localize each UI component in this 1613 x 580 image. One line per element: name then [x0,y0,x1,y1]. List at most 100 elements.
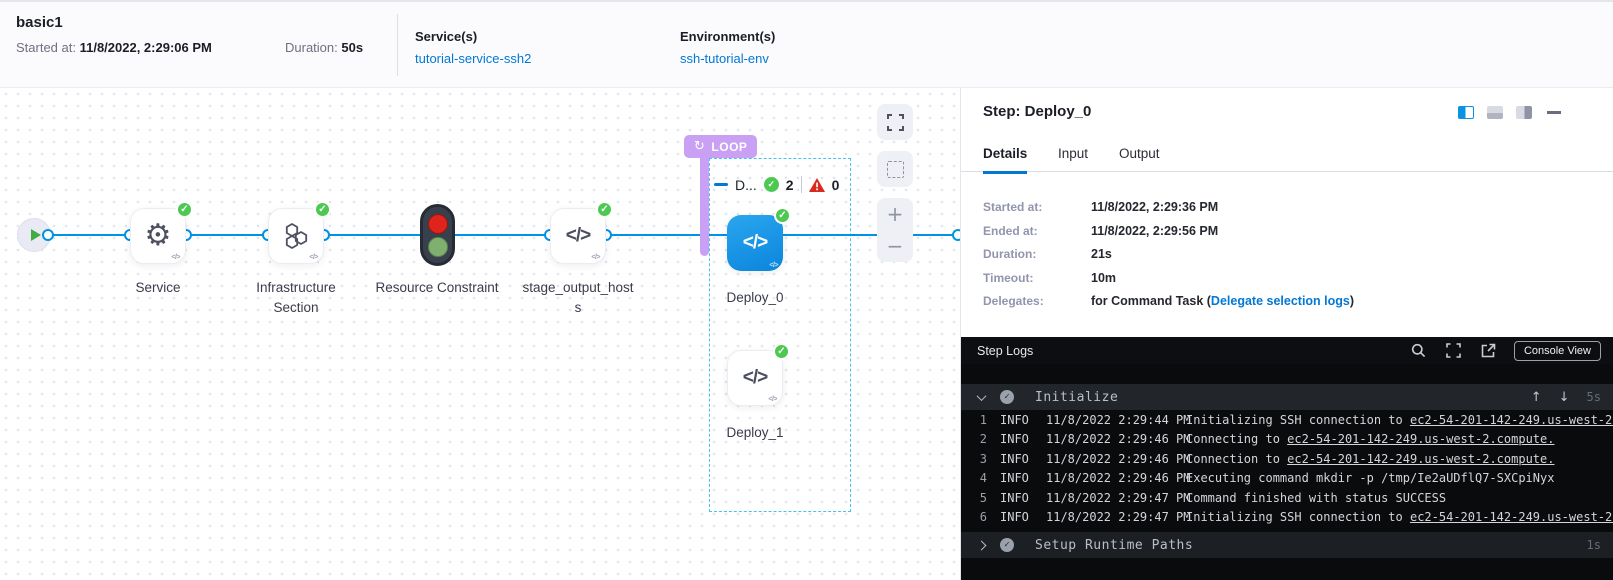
section-controls: 1s [1587,538,1601,552]
log-timestamp: 11/8/2022 2:29:46 PM [1046,471,1186,485]
step-panel-title: Step: Deploy_0 [983,103,1091,120]
log-host-link[interactable]: ec2-54-201-142-249.us-west-2.compute. [1287,452,1554,466]
section-name: Setup Runtime Paths [1035,538,1193,553]
log-line: 2 INFO 11/8/2022 2:29:46 PM Connecting t… [961,430,1613,450]
section-success-icon: ✓ [1000,390,1014,404]
code-corner-icon: </> [309,254,318,261]
code-corner-icon: </> [171,254,180,261]
detail-value: for Command Task (Delegate selection log… [1091,294,1354,318]
fit-to-screen-button[interactable] [877,104,913,140]
log-line: 5 INFO 11/8/2022 2:29:47 PM Command fini… [961,488,1613,508]
started-at: Started at: 11/8/2022, 2:29:06 PM [16,40,212,55]
step-logs-panel: Step Logs Console View ✓ Initialize ↑ ↓ … [961,337,1613,580]
detail-row-timeout: Timeout: 10m [983,271,1583,295]
search-icon[interactable] [1411,343,1426,358]
detail-value: 10m [1091,271,1116,295]
log-message: Connection to ec2-54-201-142-249.us-west… [1186,452,1613,466]
log-line-number: 3 [967,452,987,466]
node-label-infrastructure: Infrastructure Section [234,278,358,319]
marquee-select-button[interactable] [877,151,913,187]
fullscreen-icon[interactable] [1446,343,1461,358]
open-in-new-tab-icon[interactable] [1481,343,1496,358]
scroll-to-bottom-icon[interactable]: ↓ [1559,390,1570,405]
loop-badge[interactable]: ↻ LOOP [684,135,757,158]
zoom-out-button[interactable]: − [887,236,904,256]
log-line-number: 4 [967,471,987,485]
traffic-light-green-icon [428,237,448,257]
collapse-group-button[interactable] [714,183,728,186]
node-label-deploy-1: Deploy_1 [693,423,817,443]
traffic-light-red-icon [428,214,448,234]
detail-label: Delegates: [983,294,1091,318]
detail-value: 21s [1091,247,1112,271]
log-section-setup-runtime-paths[interactable]: ✓ Setup Runtime Paths 1s [961,532,1613,558]
node-service[interactable]: ⚙ </> ✓ [130,208,186,264]
log-message: Command finished with status SUCCESS [1186,491,1613,505]
log-text: Executing command mkdir -p /tmp/Ie2aUDfl… [1186,471,1554,485]
log-text: Command finished with status SUCCESS [1186,491,1446,505]
loop-badge-label: LOOP [711,140,747,154]
log-text: Connecting to [1186,432,1287,446]
service-link[interactable]: tutorial-service-ssh2 [415,51,531,66]
log-section-initialize[interactable]: ✓ Initialize ↑ ↓ 5s [961,384,1613,410]
node-label-stage-output-hosts: stage_output_hosts [520,278,636,319]
started-at-value: 11/8/2022, 2:29:06 PM [80,40,212,55]
step-logs-title: Step Logs [977,344,1033,358]
environment-link[interactable]: ssh-tutorial-env [680,51,775,66]
zoom-in-button[interactable]: + [887,204,904,224]
scroll-to-top-icon[interactable]: ↑ [1531,390,1542,405]
log-timestamp: 11/8/2022 2:29:44 PM [1046,413,1186,427]
layout-bottom-view-button[interactable] [1487,106,1503,119]
node-resource-constraint[interactable] [420,204,455,266]
detail-row-delegates: Delegates: for Command Task (Delegate se… [983,294,1583,318]
log-host-link[interactable]: ec2-54-201-142-249.us-west-2.compute. [1410,413,1613,427]
loop-group-header: D... ✓ 2 0 [714,176,839,193]
count-divider [801,176,802,193]
log-timestamp: 11/8/2022 2:29:47 PM [1046,491,1186,505]
environments-label: Environment(s) [680,29,775,44]
layout-split-view-button[interactable] [1458,106,1474,119]
detail-row-started: Started at: 11/8/2022, 2:29:36 PM [983,200,1583,224]
tab-details[interactable]: Details [983,146,1027,174]
layout-right-view-button[interactable] [1516,106,1532,119]
minimize-panel-button[interactable] [1547,111,1561,114]
detail-row-ended: Ended at: 11/8/2022, 2:29:56 PM [983,224,1583,248]
node-deploy-0[interactable]: </> </> ✓ [727,215,783,271]
detail-label: Ended at: [983,224,1091,248]
success-badge-icon: ✓ [176,201,193,218]
node-infrastructure[interactable]: </> ✓ [268,208,324,264]
delegate-selection-logs-link[interactable]: Delegate selection logs [1211,294,1350,308]
detail-label: Started at: [983,200,1091,224]
log-text: Initializing SSH connection to [1186,510,1410,524]
services-block: Service(s) tutorial-service-ssh2 [415,29,531,66]
node-deploy-1[interactable]: </> </> ✓ [727,350,783,406]
detail-row-duration: Duration: 21s [983,247,1583,271]
node-label-resource-constraint: Resource Constraint [375,278,499,298]
log-message: Connecting to ec2-54-201-142-249.us-west… [1186,432,1613,446]
node-stage-output-hosts[interactable]: </> </> ✓ [550,208,606,264]
step-tabs: Details Input Output [961,140,1613,172]
log-timestamp: 11/8/2022 2:29:47 PM [1046,510,1186,524]
log-level: INFO [1000,452,1046,466]
play-icon [31,229,41,241]
console-view-button[interactable]: Console View [1514,341,1601,361]
tab-output[interactable]: Output [1119,146,1160,171]
duration-value: 50s [341,40,363,55]
failure-count: 0 [832,177,840,193]
section-controls: ↑ ↓ 5s [1531,390,1601,405]
warning-triangle-icon [809,178,825,192]
section-name: Initialize [1035,390,1118,405]
loop-icon: ↻ [694,139,705,154]
marquee-select-icon [887,161,904,178]
log-host-link[interactable]: ec2-54-201-142-249.us-west-2.compute. [1410,510,1613,524]
pipeline-canvas[interactable]: ↻ LOOP D... ✓ 2 0 ⚙ </> ✓ Service </> ✓ [0,88,960,580]
log-message: Initializing SSH connection to ec2-54-20… [1186,413,1613,427]
header-divider [397,14,398,76]
log-line-number: 1 [967,413,987,427]
section-duration: 5s [1587,390,1601,404]
zoom-controls: + − [877,198,913,262]
tab-input[interactable]: Input [1058,146,1088,171]
pipeline-name: basic1 [16,14,63,31]
log-line: 6 INFO 11/8/2022 2:29:47 PM Initializing… [961,508,1613,528]
log-host-link[interactable]: ec2-54-201-142-249.us-west-2.compute. [1287,432,1554,446]
